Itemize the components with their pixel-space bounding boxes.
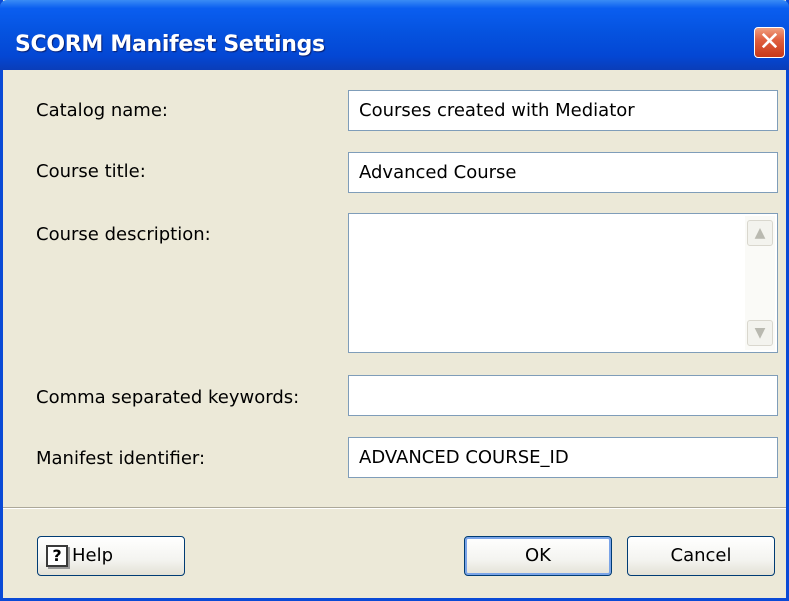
course-title-label: Course title: xyxy=(36,161,146,182)
dialog-window: SCORM Manifest Settings ✕ Catalog name: … xyxy=(0,0,789,601)
close-button[interactable]: ✕ xyxy=(754,27,785,58)
description-scrollbar[interactable]: ▲ ▼ xyxy=(745,216,775,350)
course-description-field[interactable]: ▲ ▼ xyxy=(348,213,778,353)
scroll-up-button[interactable]: ▲ xyxy=(747,220,773,246)
help-icon: ? xyxy=(46,545,68,567)
cancel-button-label: Cancel xyxy=(670,545,732,566)
title-bar[interactable]: SCORM Manifest Settings ✕ xyxy=(0,0,789,70)
cancel-button[interactable]: Cancel xyxy=(627,536,775,576)
close-icon: ✕ xyxy=(758,27,781,57)
chevron-up-icon: ▲ xyxy=(754,225,766,241)
course-description-label: Course description: xyxy=(36,224,211,245)
help-button[interactable]: ? Help xyxy=(37,536,185,576)
keywords-field[interactable] xyxy=(348,375,778,416)
manifest-identifier-label: Manifest identifier: xyxy=(36,448,206,469)
help-button-label: Help xyxy=(72,545,114,566)
ok-button[interactable]: OK xyxy=(464,536,612,576)
course-title-field[interactable] xyxy=(348,152,778,193)
ok-button-label: OK xyxy=(525,545,551,566)
keywords-label: Comma separated keywords: xyxy=(36,387,300,408)
catalog-name-label: Catalog name: xyxy=(36,100,168,121)
chevron-down-icon: ▼ xyxy=(754,325,766,341)
scroll-down-button[interactable]: ▼ xyxy=(747,320,773,346)
catalog-name-field[interactable] xyxy=(348,90,778,131)
manifest-identifier-field[interactable] xyxy=(348,437,778,478)
window-title: SCORM Manifest Settings xyxy=(15,32,325,57)
footer-divider xyxy=(3,507,786,509)
